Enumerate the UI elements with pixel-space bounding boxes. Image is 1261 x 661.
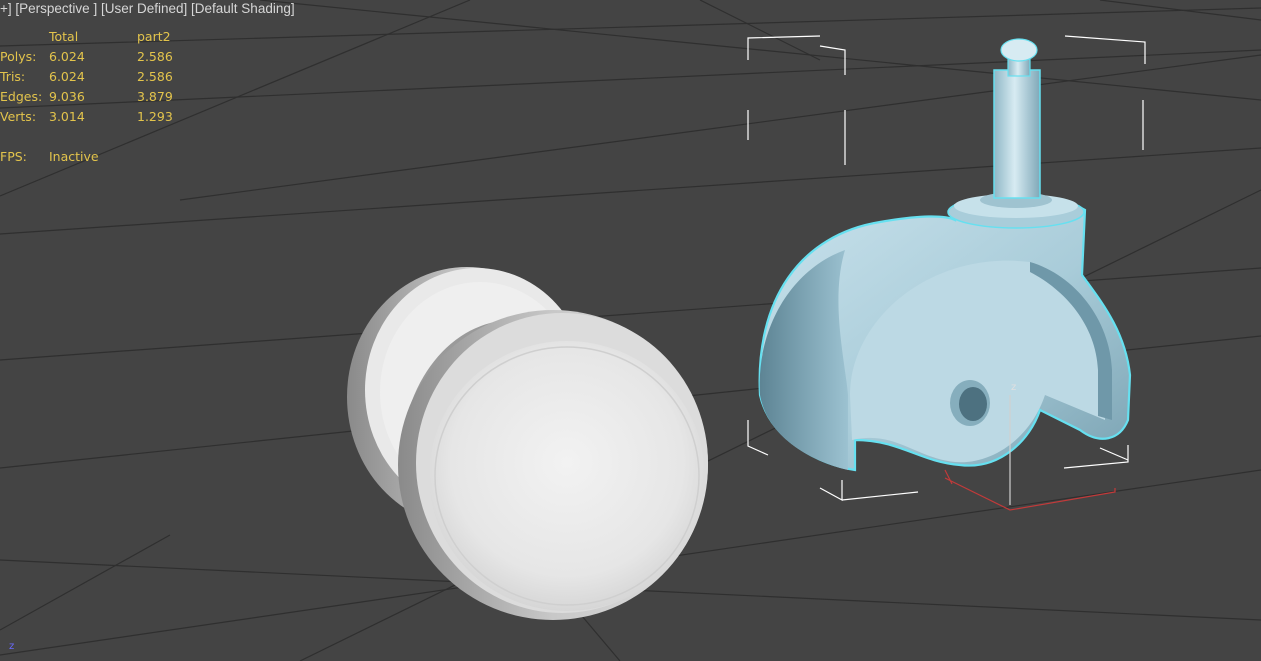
stats-row-total: 3.014 xyxy=(49,109,85,124)
stats-row-label: Polys: xyxy=(0,49,37,64)
viewport-pov-label[interactable]: Perspective xyxy=(19,1,90,16)
view-cube-axis-label: z xyxy=(9,641,15,652)
stats-row-label: Tris: xyxy=(0,69,26,84)
viewport-stereo-label[interactable]: User Defined xyxy=(105,1,184,16)
stats-row-object: 1.293 xyxy=(137,109,173,124)
wheel-object[interactable] xyxy=(347,267,708,620)
stats-row-label: Edges: xyxy=(0,89,43,104)
stats-row-total: 9.036 xyxy=(49,89,85,104)
viewport-menu-plus[interactable]: + xyxy=(0,1,8,16)
stats-row-object: 3.879 xyxy=(137,89,173,104)
viewport-shading-label[interactable]: Default Shading xyxy=(195,1,291,16)
stats-row-total: 6.024 xyxy=(49,49,85,64)
fps-value: Inactive xyxy=(49,149,99,164)
stats-row-object: 2.586 xyxy=(137,69,173,84)
stats-row-object: 2.586 xyxy=(137,49,173,64)
scene-canvas[interactable] xyxy=(0,0,1261,661)
stats-header-total: Total xyxy=(49,29,79,44)
stats-row-label: Verts: xyxy=(0,109,37,124)
perspective-viewport[interactable]: +] [Perspective ] [User Defined] [Defaul… xyxy=(0,0,1261,661)
stats-header-object: part2 xyxy=(137,29,171,44)
caster-housing-object[interactable] xyxy=(758,38,1132,472)
fps-label: FPS: xyxy=(0,149,27,164)
viewport-label-menu[interactable]: +] [Perspective ] [User Defined] [Defaul… xyxy=(0,0,295,18)
pivot-z-label: z xyxy=(1011,382,1017,393)
stats-row-total: 6.024 xyxy=(49,69,85,84)
